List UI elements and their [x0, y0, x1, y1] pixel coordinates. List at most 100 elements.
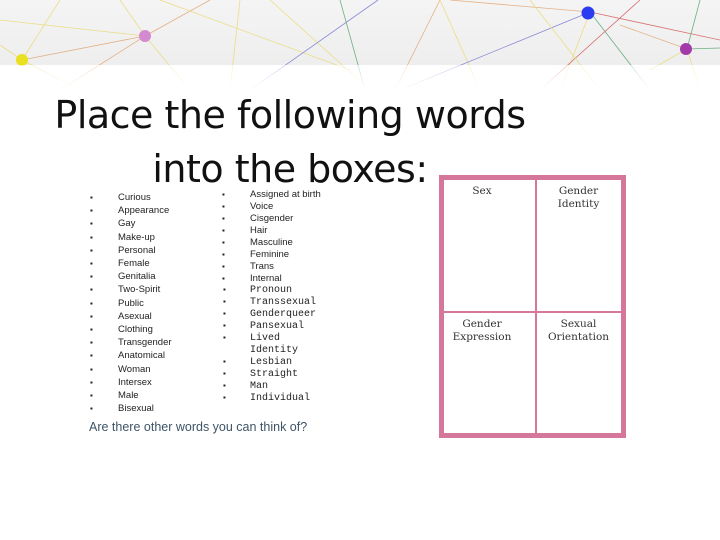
word-text: Identity [250, 345, 299, 356]
word-item: ▪ Feminine [222, 249, 321, 261]
bullet-icon: ▪ [222, 202, 225, 211]
title-line-1: Place the following words [54, 93, 526, 137]
word-text: Genitalia [118, 271, 156, 283]
cell-gender-expression-label-1: Gender [462, 318, 502, 330]
word-item: ▪ Voice [222, 201, 321, 213]
word-text: Pansexual [250, 321, 305, 332]
bullet-icon: ▪ [222, 382, 227, 391]
word-text: Appearance [118, 205, 170, 217]
bullet-icon: ▪ [222, 298, 227, 307]
word-text: Man [250, 381, 269, 392]
node-blue [581, 6, 595, 20]
word-text: Lived [250, 333, 281, 344]
word-item: ▪ Genitalia [90, 270, 172, 283]
word-item: ▪ Genderqueer [222, 309, 321, 321]
category-grid: Sex Gender Identity Gender Expression Se… [439, 175, 626, 438]
bullet-icon: ▪ [90, 391, 93, 401]
word-item: ▪ Masculine [222, 237, 321, 249]
header-fade [0, 65, 720, 90]
cell-sex: Sex [444, 180, 520, 198]
bullet-icon: ▪ [222, 238, 225, 247]
word-item: ▪ Two-Spirit [90, 283, 172, 296]
word-item: ▪ Woman [90, 363, 172, 376]
bullet-icon: ▪ [90, 245, 93, 255]
word-text: Lesbian [250, 357, 293, 368]
word-text: Feminine [250, 249, 290, 260]
cell-gender-expression: Gender Expression [444, 313, 520, 344]
word-text: Woman [118, 363, 151, 375]
word-item: ▪ Lived [222, 333, 321, 345]
word-text: Bisexual [118, 403, 154, 415]
bullet-icon: ▪ [222, 322, 227, 331]
word-text: Pronoun [250, 285, 293, 296]
bullet-icon: ▪ [222, 226, 225, 235]
word-item: ▪ Cisgender [222, 213, 321, 225]
word-item: ▪ Intersex [90, 376, 172, 389]
prompt-question: Are there other words you can think of? [89, 420, 308, 434]
cell-sexual-orientation-label-1: Sexual [560, 318, 597, 330]
word-item: ▪ Female [90, 257, 172, 270]
word-item: ▪ Trans [222, 261, 321, 273]
word-text: Female [118, 258, 150, 270]
word-text: Genderqueer [250, 309, 317, 320]
bullet-icon: ▪ [90, 232, 93, 242]
word-text: Public [118, 297, 144, 309]
word-text: Voice [250, 201, 274, 212]
word-item: ▪ Pansexual [222, 321, 321, 333]
word-item: ▪ Curious [90, 191, 172, 204]
bullet-icon: ▪ [222, 250, 225, 259]
bullet-icon: ▪ [90, 351, 93, 361]
word-text: Masculine [250, 237, 293, 248]
bullet-icon: ▪ [222, 262, 225, 271]
word-text: Curious [118, 192, 151, 203]
word-list-right: ▪ Assigned at birth ▪ Voice ▪ Cisgender ▪ Hair ▪… [222, 189, 321, 405]
cell-sexual-orientation: Sexual Orientation [536, 313, 621, 344]
word-item: ▪ Individual [222, 393, 321, 405]
word-item: ▪ Make-up [90, 231, 172, 244]
word-text: Asexual [118, 310, 152, 322]
word-item: ▪ Appearance [90, 204, 172, 217]
word-item: ▪ Straight [222, 369, 321, 381]
cell-gender-identity-label-1: Gender [558, 185, 599, 197]
word-item: ▪ Male [90, 389, 172, 402]
bullet-icon: ▪ [90, 377, 93, 387]
bullet-icon: ▪ [90, 219, 93, 229]
word-item: ▪ Anatomical [90, 349, 172, 362]
word-item: ▪Identity [250, 345, 321, 357]
word-item: ▪ Asexual [90, 310, 172, 323]
bullet-icon: ▪ [222, 370, 227, 379]
node-purple [680, 43, 692, 55]
word-text: Make-up [118, 231, 155, 243]
word-text: Transsexual [250, 297, 317, 308]
word-text: Cisgender [250, 213, 294, 224]
bullet-icon: ▪ [90, 272, 93, 282]
bullet-icon: ▪ [90, 338, 93, 348]
word-item: ▪ Internal [222, 273, 321, 285]
bullet-icon: ▪ [222, 310, 227, 319]
word-item: ▪ Transgender [90, 336, 172, 349]
bullet-icon: ▪ [90, 285, 93, 295]
word-text: Hair [250, 225, 268, 236]
bullet-icon: ▪ [222, 358, 227, 367]
cell-sexual-orientation-label-2: Orientation [547, 331, 610, 343]
bullet-icon: ▪ [90, 364, 93, 374]
word-item: ▪ Pronoun [222, 285, 321, 297]
word-item: ▪ Transsexual [222, 297, 321, 309]
word-text: Clothing [118, 324, 153, 336]
word-text: Trans [250, 261, 274, 272]
word-text: Anatomical [118, 350, 165, 362]
word-text: Intersex [118, 376, 152, 388]
bullet-icon: ▪ [90, 325, 93, 335]
bullet-icon: ▪ [222, 190, 225, 199]
word-item: ▪ Clothing [90, 323, 172, 336]
word-text: Transgender [118, 337, 172, 349]
word-item: ▪ Lesbian [222, 357, 321, 369]
bullet-icon: ▪ [90, 193, 93, 202]
word-text: Two-Spirit [118, 284, 161, 296]
word-item: ▪ Hair [222, 225, 321, 237]
cell-gender-identity-label-2: Identity [557, 198, 600, 210]
word-text: Internal [250, 273, 282, 284]
bullet-icon: ▪ [90, 404, 93, 414]
grid-divider-vertical [535, 180, 537, 433]
word-text: Assigned at birth [250, 189, 321, 200]
